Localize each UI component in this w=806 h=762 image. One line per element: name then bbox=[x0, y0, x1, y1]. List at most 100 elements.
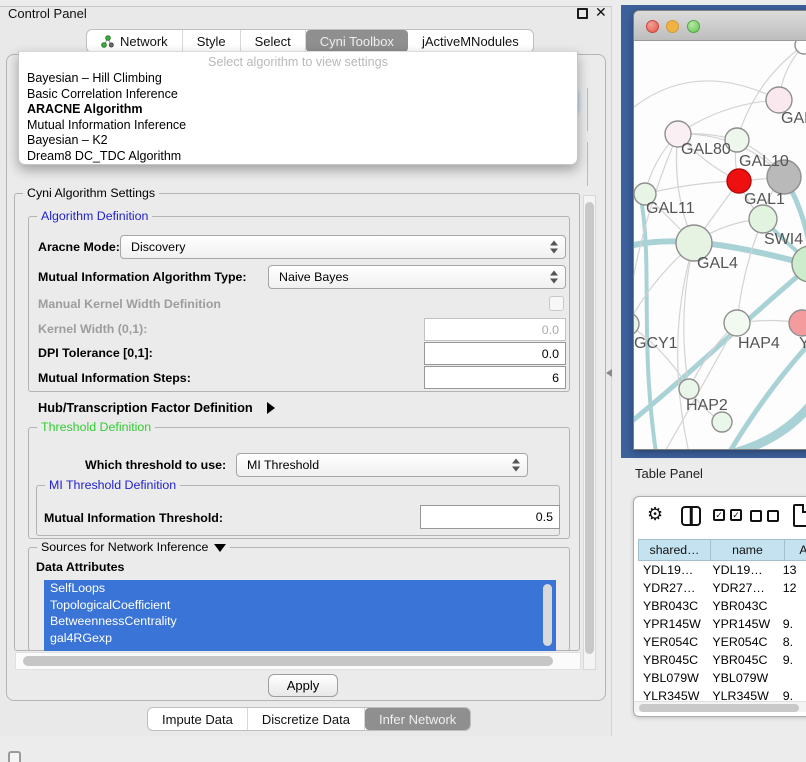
tab-label: Discretize Data bbox=[262, 712, 350, 727]
manual-kernel-checkbox[interactable] bbox=[549, 296, 564, 311]
close-icon[interactable]: ✕ bbox=[595, 4, 607, 21]
table-row[interactable]: YDL19…YDL19…13 bbox=[638, 561, 806, 579]
settings-horizontal-scrollbar[interactable] bbox=[15, 652, 581, 670]
data-attribute-item[interactable]: gal4RGexp bbox=[44, 630, 556, 647]
table-cell: YDR27… bbox=[638, 579, 707, 597]
deselect-all-icon[interactable] bbox=[750, 510, 779, 522]
hub-definition-expander[interactable]: Hub/Transcription Factor Definition bbox=[38, 399, 275, 417]
network-window-titlebar[interactable] bbox=[634, 11, 806, 41]
tab-infer-network[interactable]: Infer Network bbox=[365, 708, 470, 730]
tab-jactivemnodules[interactable]: jActiveMNodules bbox=[408, 30, 533, 52]
mi-threshold-field[interactable]: 0.5 bbox=[420, 505, 560, 529]
which-threshold-label: Which threshold to use: bbox=[85, 458, 226, 472]
select-all-icon[interactable]: ✓ ✓ bbox=[713, 509, 742, 521]
tab-select[interactable]: Select bbox=[241, 30, 306, 52]
panel-divider-collapse-arrow[interactable] bbox=[606, 369, 612, 377]
apply-button[interactable]: Apply bbox=[268, 674, 338, 697]
table-hscroll-thumb[interactable] bbox=[639, 704, 799, 712]
network-node-hap2[interactable] bbox=[679, 379, 699, 399]
table-horizontal-scrollbar[interactable] bbox=[634, 701, 806, 712]
tab-label: Network bbox=[120, 34, 168, 49]
network-node-label: HAP4 bbox=[738, 335, 780, 352]
table-row[interactable]: YPR145WYPR145W9. bbox=[638, 615, 806, 633]
sources-title: Sources for Network Inference bbox=[41, 540, 208, 554]
algorithm-option[interactable]: Bayesian – Hill Climbing bbox=[19, 71, 577, 87]
mac-minimize-button[interactable] bbox=[666, 20, 679, 33]
table-row[interactable]: YBR045CYBR045C9. bbox=[638, 651, 806, 669]
mi-steps-field[interactable]: 6 bbox=[424, 366, 566, 389]
table-cell: 12 bbox=[778, 579, 806, 597]
checked-box-icon: ✓ bbox=[730, 509, 742, 521]
table-column-header[interactable]: shared… bbox=[638, 539, 711, 561]
network-node-label: GAL11 bbox=[646, 200, 695, 217]
network-node-gal1[interactable] bbox=[749, 205, 777, 233]
settings-vertical-scrollbar[interactable] bbox=[583, 195, 596, 670]
mi-algorithm-type-value: Naive Bayes bbox=[279, 270, 349, 284]
control-panel-tabs: Network StyleSelectCyni ToolboxjActiveMNo… bbox=[86, 29, 534, 53]
mac-zoom-button[interactable] bbox=[687, 20, 700, 33]
settings-hscroll-thumb[interactable] bbox=[23, 656, 553, 666]
table-row[interactable]: YDR27…YDR27…12 bbox=[638, 579, 806, 597]
which-threshold-combo[interactable]: MI Threshold bbox=[236, 453, 528, 477]
sources-title-wrap[interactable]: Sources for Network Inference bbox=[37, 540, 230, 554]
table-cell: YBR043C bbox=[638, 597, 707, 615]
apply-button-label: Apply bbox=[287, 678, 320, 693]
split-columns-icon[interactable] bbox=[681, 506, 701, 526]
table-cell: YDL19… bbox=[638, 561, 707, 579]
network-node-bgreen[interactable] bbox=[712, 412, 732, 432]
table-cell: 9. bbox=[778, 651, 806, 669]
table-column-header[interactable]: name bbox=[711, 539, 785, 561]
attributes-scrollbar-thumb[interactable] bbox=[543, 584, 552, 646]
mac-close-button[interactable] bbox=[646, 20, 659, 33]
table-cell: YBL079W bbox=[638, 669, 707, 687]
tab-style[interactable]: Style bbox=[183, 30, 241, 52]
corner-widget-icon[interactable] bbox=[8, 751, 21, 762]
aracne-mode-value: Discovery bbox=[131, 240, 185, 254]
dpi-tolerance-field[interactable]: 0.0 bbox=[424, 342, 566, 365]
mi-threshold-title: MI Threshold Definition bbox=[45, 478, 180, 492]
network-node-label: GAL4 bbox=[697, 255, 738, 272]
network-canvas[interactable]: GALGAL80GAL10GAL1GAL11SWI4GAL4GCY1HAP4YH… bbox=[634, 41, 806, 450]
table-cell: YBR045C bbox=[707, 651, 777, 669]
algorithm-option[interactable]: Bayesian – K2 bbox=[19, 133, 577, 149]
data-attribute-item[interactable]: TopologicalCoefficient bbox=[44, 597, 556, 614]
network-node-red[interactable] bbox=[727, 169, 751, 193]
network-node-label: SWI4 bbox=[764, 231, 803, 248]
group-border-fragment bbox=[587, 88, 588, 131]
table-row[interactable]: YBL079WYBL079W bbox=[638, 669, 806, 687]
file-icon[interactable] bbox=[793, 504, 806, 527]
tab-discretize-data[interactable]: Discretize Data bbox=[248, 708, 365, 730]
network-node-hap4[interactable] bbox=[724, 310, 750, 336]
algorithm-option[interactable]: Mutual Information Inference bbox=[19, 118, 577, 134]
data-attribute-item[interactable]: SelfLoops bbox=[44, 580, 556, 597]
tab-network[interactable]: Network bbox=[87, 30, 183, 52]
tab-cyni-toolbox[interactable]: Cyni Toolbox bbox=[306, 30, 408, 52]
network-node-label: GAL10 bbox=[739, 153, 789, 170]
network-edge bbox=[634, 81, 779, 111]
gear-icon[interactable]: ⚙ bbox=[647, 505, 663, 523]
network-node-salmon[interactable] bbox=[789, 310, 806, 336]
mi-steps-label: Mutual Information Steps: bbox=[38, 371, 191, 385]
algorithm-option[interactable]: Basic Correlation Inference bbox=[19, 87, 577, 103]
threshold-definition-title: Threshold Definition bbox=[37, 420, 155, 434]
network-node-label: GCY1 bbox=[634, 335, 678, 352]
table-cell: YBR045C bbox=[638, 651, 707, 669]
spinner-arrows-icon bbox=[550, 241, 558, 254]
network-edge bbox=[634, 134, 678, 301]
mi-algorithm-type-combo[interactable]: Naive Bayes bbox=[268, 265, 566, 289]
table-column-header[interactable]: A bbox=[785, 539, 806, 561]
algorithm-option[interactable]: ARACNE Algorithm bbox=[19, 102, 577, 118]
table-cell: YER054C bbox=[638, 633, 707, 651]
float-window-icon[interactable] bbox=[577, 8, 588, 19]
data-attribute-item[interactable]: BetweennessCentrality bbox=[44, 613, 556, 630]
kernel-width-field[interactable]: 0.0 bbox=[424, 318, 566, 341]
table-row[interactable]: YBR043CYBR043C bbox=[638, 597, 806, 615]
settings-vscroll-thumb[interactable] bbox=[585, 202, 594, 654]
network-node-top[interactable] bbox=[795, 41, 806, 54]
table-row[interactable]: YER054CYER054C8. bbox=[638, 633, 806, 651]
algorithm-option[interactable]: Dream8 DC_TDC Algorithm bbox=[19, 149, 577, 165]
right-triangle-icon bbox=[267, 402, 275, 414]
spinner-arrows-icon bbox=[512, 459, 520, 472]
aracne-mode-combo[interactable]: Discovery bbox=[120, 235, 566, 259]
tab-impute-data[interactable]: Impute Data bbox=[148, 708, 248, 730]
